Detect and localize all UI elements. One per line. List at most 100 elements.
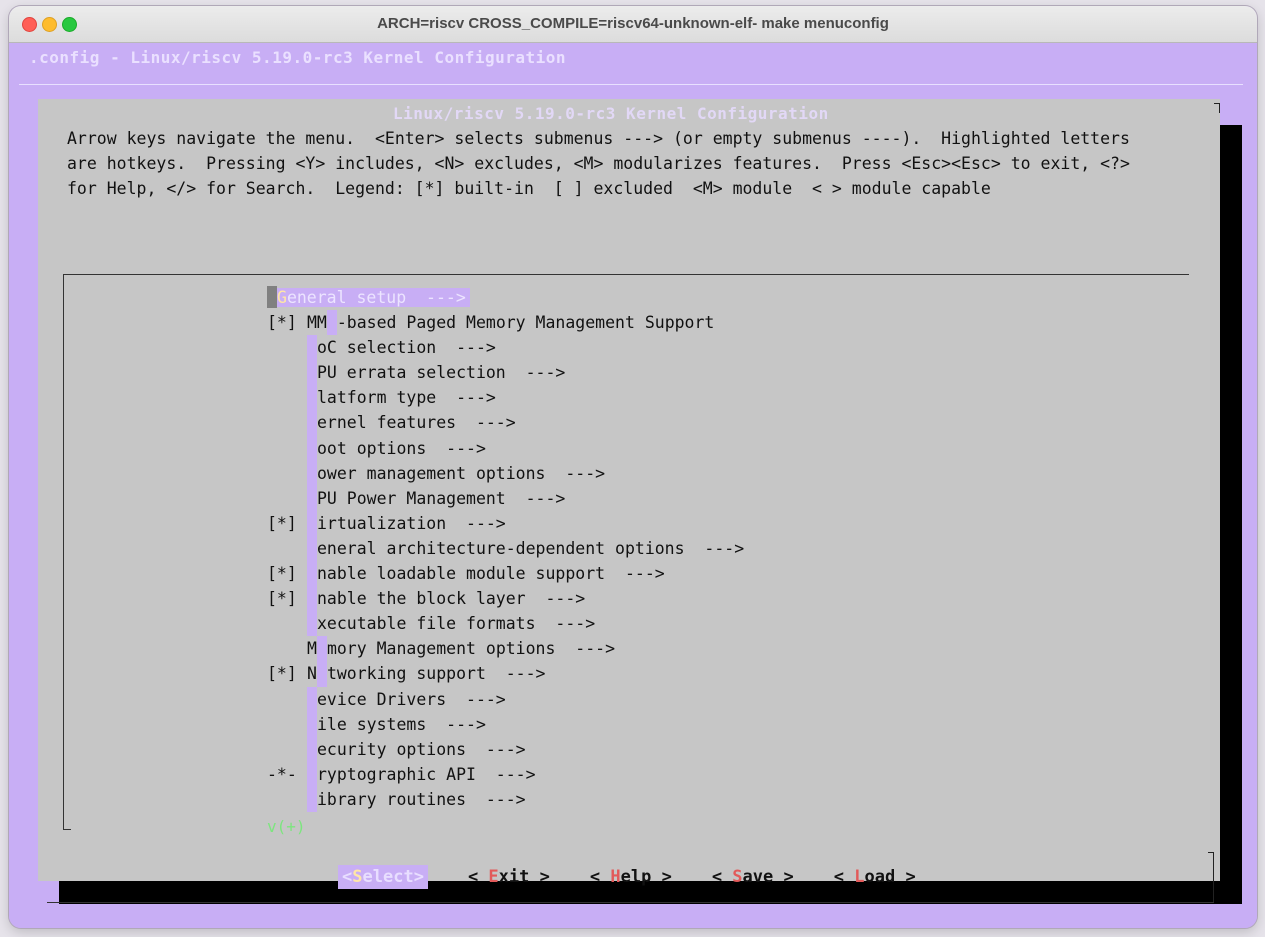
load-button[interactable]: < Load > (834, 865, 916, 889)
button-hotkey: S (732, 867, 743, 887)
menu-item-label: ernel features ---> (317, 413, 516, 433)
button-bracket: > (773, 867, 794, 887)
config-header: .config - Linux/riscv 5.19.0-rc3 Kernel … (29, 48, 567, 67)
menu-item-loadable-modules[interactable]: [*] Enable loadable module support ---> (267, 561, 744, 587)
menu-item-label: nable the block layer ---> (317, 589, 586, 609)
menu-item-power-management[interactable]: Power management options ---> (267, 460, 744, 486)
button-bracket: > (413, 867, 424, 887)
terminal-content[interactable]: .config - Linux/riscv 5.19.0-rc3 Kernel … (9, 43, 1257, 928)
hotkey: C (307, 761, 317, 787)
hotkey: S (307, 335, 317, 361)
menu-box-left (63, 274, 64, 830)
menu-box-corner (63, 829, 71, 830)
help-line: Arrow keys navigate the menu. <Enter> se… (67, 129, 1130, 148)
menu-item-soc-selection[interactable]: SoC selection ---> (267, 335, 744, 361)
hotkey: P (307, 460, 317, 486)
save-button[interactable]: < Save > (712, 865, 794, 889)
menu-item-label: latform type ---> (317, 388, 496, 408)
button-hotkey: H (610, 867, 621, 887)
button-bracket: < (342, 867, 353, 887)
button-label: elp (620, 867, 652, 887)
menu-box-top (63, 274, 1189, 275)
menu-item-networking[interactable]: [*] Networking support ---> (267, 661, 744, 687)
menu-item-label-prefix: MM (307, 313, 327, 333)
menu-item-mmu[interactable]: [*] MMU-based Paged Memory Management Sup… (267, 310, 744, 336)
menu-item-cryptographic-api[interactable]: -*- Cryptographic API ---> (267, 761, 744, 787)
menu-item-block-layer[interactable]: [*] Enable the block layer ---> (267, 586, 744, 612)
menu-item-label: tworking support ---> (326, 664, 546, 684)
menu-item-platform-type[interactable]: Platform type ---> (267, 385, 744, 411)
hotkey: C (307, 360, 317, 386)
menu-item-label: PU Power Management ---> (317, 488, 566, 508)
help-button[interactable]: < Help > (590, 865, 672, 889)
help-line: are hotkeys. Pressing <Y> includes, <N> … (67, 154, 1130, 173)
menu-item-label: ibrary routines ---> (317, 789, 526, 809)
hotkey: K (307, 410, 317, 436)
button-bracket: < (467, 867, 489, 887)
menu-item-cpu-power-management[interactable]: CPU Power Management ---> (267, 485, 744, 511)
menu-item-label: ower management options ---> (317, 463, 606, 483)
hotkey: P (307, 385, 317, 411)
menu-item-label: mory Management options ---> (326, 639, 616, 659)
hotkey: S (307, 736, 317, 762)
menu-item-label: irtualization ---> (317, 513, 506, 533)
menu-item-state: [*] (267, 589, 297, 609)
hotkey: E (307, 586, 317, 612)
button-label: ave (742, 867, 774, 887)
exit-button[interactable]: < Exit > (468, 865, 550, 889)
menu-item-label: ryptographic API ---> (317, 764, 536, 784)
button-bracket: > (529, 867, 550, 887)
menu-item-state: -*- (267, 764, 297, 784)
menu-item-device-drivers[interactable]: Device Drivers ---> (267, 686, 744, 712)
more-items-indicator: v(+) (267, 817, 306, 836)
menu-item-executable-formats[interactable]: Executable file formats ---> (267, 611, 744, 637)
hotkey: D (307, 686, 317, 712)
hotkey: G (277, 288, 287, 307)
menu-item-library-routines[interactable]: Library routines ---> (267, 786, 744, 812)
menu-item-virtualization[interactable]: [*] Virtualization ---> (267, 510, 744, 536)
menu-item-label: oC selection ---> (317, 338, 496, 358)
button-hotkey: L (854, 867, 865, 887)
menu-item-state: [*] (267, 313, 297, 333)
button-label: elect (362, 867, 414, 887)
title-bar: ARCH=riscv CROSS_COMPILE=riscv64-unknown… (9, 6, 1257, 43)
menu-item-label: evice Drivers ---> (317, 689, 506, 709)
menu-item-cpu-errata[interactable]: CPU errata selection ---> (267, 360, 744, 386)
select-button[interactable]: <Select> (338, 865, 428, 889)
menu-item-label: eneral architecture-dependent options --… (317, 538, 745, 558)
menu-box-right (1213, 852, 1214, 902)
hotkey: B (307, 435, 317, 461)
terminal-window: ARCH=riscv CROSS_COMPILE=riscv64-unknown… (9, 6, 1257, 928)
menu-item-label-prefix: N (307, 664, 317, 684)
header-rule (19, 84, 1243, 85)
hotkey: e (316, 661, 327, 687)
hotkey: L (307, 786, 317, 812)
button-bracket: > (651, 867, 672, 887)
button-bracket: < (833, 867, 855, 887)
menu-item-label: xecutable file formats ---> (317, 614, 596, 634)
menu-item-kernel-features[interactable]: Kernel features ---> (267, 410, 744, 436)
menu-item-boot-options[interactable]: Boot options ---> (267, 435, 744, 461)
dialog-title: Linux/riscv 5.19.0-rc3 Kernel Configurat… (393, 104, 829, 123)
button-bracket: > (895, 867, 916, 887)
menu-item-security-options[interactable]: Security options ---> (267, 736, 744, 762)
menu-item-label: ecurity options ---> (317, 739, 526, 759)
button-hotkey: E (488, 867, 499, 887)
button-label: oad (864, 867, 896, 887)
menu-item-general-setup[interactable]: General setup ---> (267, 285, 744, 310)
hotkey: e (316, 636, 327, 662)
menu-item-label: ile systems ---> (317, 714, 486, 734)
menu-item-general-arch-options[interactable]: General architecture-dependent options -… (267, 535, 745, 562)
menu-item-state: [*] (267, 513, 297, 533)
menu-item-label: -based Paged Memory Management Support (336, 313, 715, 333)
hotkey: V (307, 510, 317, 536)
menu-item-label-prefix: M (307, 639, 317, 659)
cursor-block (267, 286, 277, 308)
help-line: for Help, </> for Search. Legend: [*] bu… (67, 179, 991, 198)
button-bar: <Select> < Exit > < Help > < Save > < Load > (338, 865, 956, 889)
menu-item-label: oot options ---> (317, 438, 486, 458)
hotkey: U (326, 310, 337, 336)
menu-item-file-systems[interactable]: File systems ---> (267, 711, 744, 737)
menu-item-memory-management[interactable]: Memory Management options ---> (267, 636, 744, 662)
menu-item-state: [*] (267, 664, 297, 684)
